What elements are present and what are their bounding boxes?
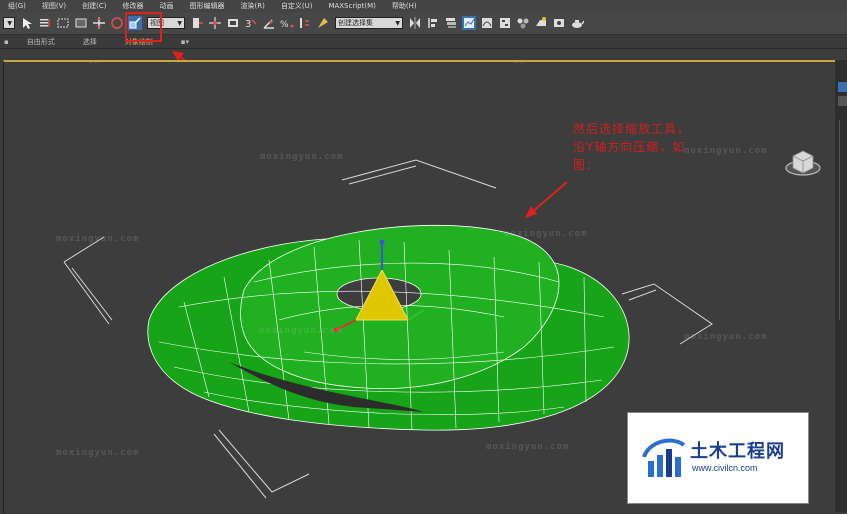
watermark-text: moxingyun.com (259, 326, 343, 336)
select-region-icon[interactable] (56, 16, 70, 30)
menu-animation[interactable]: 动画 (152, 1, 182, 11)
pivot-icon[interactable] (190, 16, 204, 30)
mirror-icon[interactable] (408, 16, 422, 30)
render-setup-icon[interactable] (534, 16, 548, 30)
command-panel[interactable] (835, 60, 847, 512)
menu-help[interactable]: 帮助(H) (384, 1, 425, 11)
menu-modifiers[interactable]: 修改器 (115, 1, 152, 11)
render-frame-icon[interactable] (552, 16, 566, 30)
watermark-text: moxingyun.com (482, 62, 565, 64)
menu-rendering[interactable]: 渲染(R) (233, 1, 273, 11)
watermark-text: moxingyun.com (684, 332, 768, 342)
menu-view[interactable]: 视图(V) (34, 1, 74, 11)
snap-icon[interactable]: 3 (244, 16, 258, 30)
spinner-snap-icon[interactable] (298, 16, 312, 30)
logo-emblem-icon (642, 438, 686, 477)
annotation-arrow-icon (525, 181, 568, 218)
panel-tab-icon[interactable] (838, 82, 847, 92)
menu-customize[interactable]: 自定义(U) (273, 1, 321, 11)
edit-named-sel-icon[interactable] (316, 16, 330, 30)
instruction-annotation: 然后选择缩放工具，沿Y轴方向压缩，如图： (573, 122, 691, 172)
scale-tool-highlight (125, 12, 162, 42)
select-icon[interactable] (20, 16, 34, 30)
menu-bar: 组(G) 视图(V) 创建(C) 修改器 动画 图形编辑器 渲染(R) 自定义(… (0, 0, 847, 12)
menu-maxscript[interactable]: MAXScript(M) (320, 2, 383, 10)
panel-tab-icon[interactable] (838, 96, 847, 106)
ribbon-collapse-icon[interactable]: ▪ (0, 38, 13, 46)
svg-text:3: 3 (245, 19, 251, 30)
move-icon[interactable] (92, 16, 106, 30)
rotate-icon[interactable] (110, 16, 124, 30)
window-crossing-icon[interactable] (74, 16, 88, 30)
align-icon[interactable] (426, 16, 440, 30)
material-editor-icon[interactable] (516, 16, 530, 30)
viewcube-icon[interactable] (784, 142, 822, 178)
filter-dropdown[interactable]: ▼ (3, 17, 15, 29)
logo-title: 土木工程网 (690, 441, 785, 462)
graph-editor-icon[interactable] (462, 16, 476, 30)
tab-freeform[interactable]: 自由形式 (13, 37, 69, 47)
svg-text:%: % (280, 20, 289, 30)
angle-snap-icon[interactable] (262, 16, 276, 30)
watermark-text: moxingyun.com (684, 146, 768, 156)
watermark-text: moxingyun.com (504, 229, 588, 239)
tab-selection[interactable]: 选择 (69, 37, 111, 47)
logo-url: www.civilcn.com (692, 463, 758, 473)
teapot-icon[interactable] (570, 16, 584, 30)
watermark-text: moxingyun.com (486, 442, 570, 452)
named-selection-dropdown[interactable]: 创建选择集 ▼ (335, 17, 403, 29)
schematic-icon[interactable] (498, 16, 512, 30)
menu-create[interactable]: 创建(C) (74, 1, 114, 11)
menu-group[interactable]: 组(G) (0, 1, 34, 11)
select-manipulate-icon[interactable] (208, 16, 222, 30)
watermark-text: moxingyun.com (56, 448, 140, 458)
layer-icon[interactable] (444, 16, 458, 30)
panel-divider (839, 120, 847, 320)
watermark-text: moxingyun.com (260, 152, 344, 162)
select-by-name-icon[interactable] (38, 16, 52, 30)
percent-snap-icon[interactable]: % (280, 16, 294, 30)
menu-graph-editors[interactable]: 图形编辑器 (182, 1, 233, 11)
watermark-text: moxingyun.com (56, 62, 139, 64)
keyboard-shortcut-icon[interactable] (226, 16, 240, 30)
watermark-text: moxingyun.com (56, 234, 140, 244)
site-logo: 土木工程网 www.civilcn.com (627, 412, 809, 504)
curve-editor-icon[interactable] (480, 16, 494, 30)
